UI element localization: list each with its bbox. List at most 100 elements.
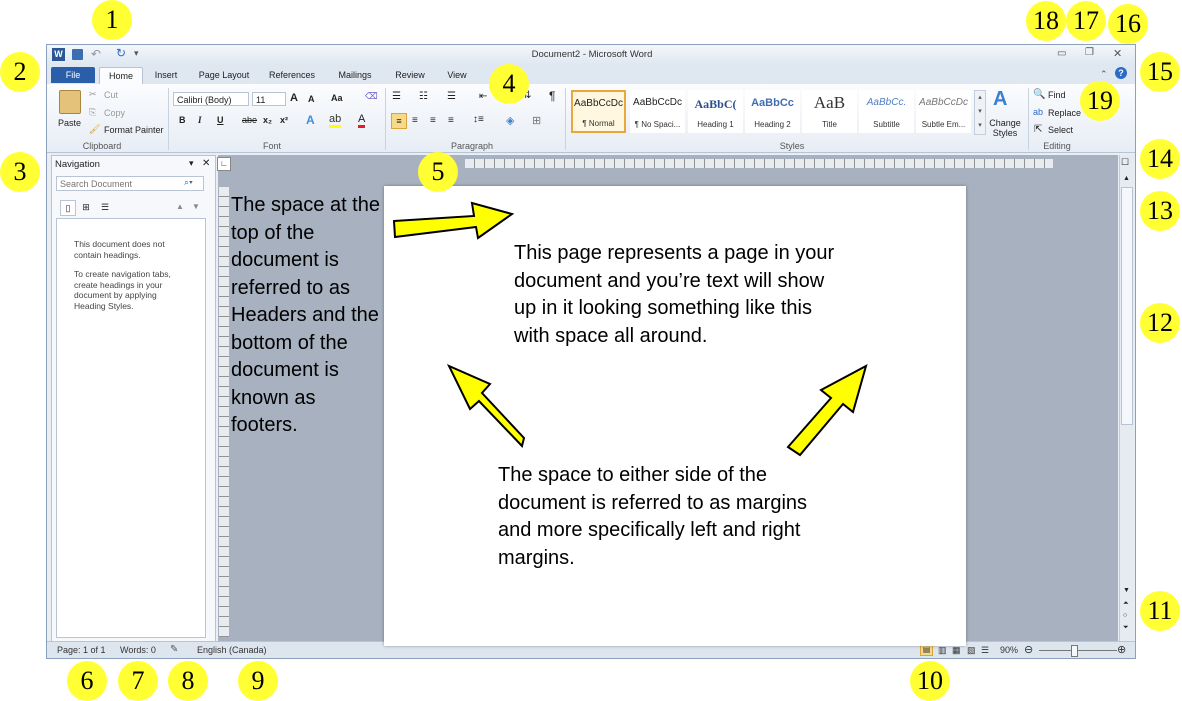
navigation-title: Navigation [55, 159, 100, 170]
search-document-input[interactable] [56, 176, 204, 191]
align-left-icon[interactable]: ≡ [391, 113, 407, 129]
font-color-icon[interactable]: A [358, 113, 366, 128]
align-center-icon[interactable]: ≡ [412, 115, 418, 126]
view-ruler-icon[interactable]: ☐ [1121, 157, 1129, 168]
close-icon[interactable]: ✕ [1113, 47, 1122, 60]
tab-page-layout[interactable]: Page Layout [193, 67, 255, 83]
zoom-level[interactable]: 90% [1000, 645, 1018, 655]
vertical-ruler[interactable] [219, 187, 229, 637]
format-painter-button[interactable]: Format Painter [104, 125, 164, 135]
scroll-down-icon[interactable]: ▼ [1123, 587, 1130, 594]
subscript-button[interactable]: x₂ [263, 115, 272, 125]
bold-button[interactable]: B [179, 115, 186, 125]
save-icon[interactable] [72, 49, 83, 60]
previous-search-result-icon[interactable]: ▲ [176, 202, 184, 211]
horizontal-ruler[interactable] [465, 159, 1053, 168]
find-button[interactable]: Find [1048, 90, 1066, 100]
line-spacing-icon[interactable]: ↕≡ [473, 114, 484, 125]
browse-headings-tab-icon[interactable]: ▯ [60, 200, 76, 216]
justify-icon[interactable]: ≡ [448, 115, 454, 126]
paste-icon[interactable] [59, 90, 81, 114]
page-count[interactable]: Page: 1 of 1 [57, 645, 106, 655]
next-search-result-icon[interactable]: ▼ [192, 202, 200, 211]
font-family-dropdown[interactable]: Calibri (Body) [173, 92, 249, 106]
scroll-up-icon[interactable]: ▲ [1123, 175, 1130, 182]
browse-pages-tab-icon[interactable]: ⊞ [79, 200, 93, 214]
tab-file[interactable]: File [51, 67, 95, 83]
paste-button[interactable]: Paste [58, 118, 81, 128]
style-name: ¶ Normal [582, 119, 615, 128]
shrink-font-button[interactable]: A [308, 94, 315, 104]
draft-icon[interactable]: ☰ [981, 645, 989, 656]
zoom-in-icon[interactable]: ⊕ [1117, 643, 1126, 656]
tab-mailings[interactable]: Mailings [329, 67, 381, 83]
style-title[interactable]: AaB Title [802, 90, 857, 133]
zoom-slider[interactable] [1039, 650, 1117, 651]
strikethrough-button[interactable]: abe [242, 115, 257, 125]
text-effects-icon[interactable]: A [306, 113, 315, 127]
previous-page-icon[interactable]: ⏶ [1123, 600, 1129, 608]
font-size-value: 11 [256, 95, 266, 105]
restore-icon[interactable]: ❐ [1085, 47, 1094, 58]
copy-button[interactable]: Copy [104, 108, 125, 118]
styles-scroll-icon[interactable]: ▴ ▾ ▾ [974, 90, 986, 135]
style-name: ¶ No Spaci... [634, 120, 681, 129]
help-icon[interactable]: ? [1115, 67, 1127, 79]
superscript-button[interactable]: x² [280, 115, 288, 125]
language-indicator[interactable]: English (Canada) [197, 645, 267, 655]
minimize-ribbon-icon[interactable]: ⌃ [1100, 69, 1108, 80]
word-app-icon[interactable]: W [52, 48, 65, 61]
style-heading-2[interactable]: AaBbCc Heading 2 [745, 90, 800, 133]
change-styles-icon[interactable]: A [993, 88, 1007, 111]
style-no-spacing[interactable]: AaBbCcDc ¶ No Spaci... [630, 90, 685, 133]
next-page-icon[interactable]: ⏷ [1123, 624, 1129, 632]
style-subtle-emphasis[interactable]: AaBbCcDc Subtle Em... [916, 90, 971, 133]
outline-icon[interactable]: ▧ [967, 645, 976, 656]
change-case-button[interactable]: Aa [331, 93, 343, 103]
show-formatting-button[interactable]: ¶ [549, 89, 555, 103]
change-styles-button[interactable]: Change Styles [987, 118, 1023, 138]
zoom-out-icon[interactable]: ⊖ [1024, 643, 1033, 656]
shading-icon[interactable]: ◈ [506, 114, 514, 127]
tab-view[interactable]: View [439, 67, 475, 83]
search-icon[interactable]: ⌕▾ [184, 177, 193, 188]
pane-close-icon[interactable]: ✕ [202, 158, 210, 169]
word-count[interactable]: Words: 0 [120, 645, 156, 655]
browse-results-tab-icon[interactable]: ☰ [98, 200, 112, 214]
style-heading-1[interactable]: AaBbC( Heading 1 [688, 90, 743, 133]
style-subtitle[interactable]: AaBbCc. Subtitle [859, 90, 914, 133]
customize-qat-icon[interactable]: ▾ [134, 48, 139, 59]
pane-menu-icon[interactable]: ▾ [189, 158, 194, 169]
align-right-icon[interactable]: ≡ [430, 115, 436, 126]
cut-button[interactable]: Cut [104, 90, 118, 100]
tab-selector-icon[interactable]: ∟ [217, 157, 231, 171]
grow-font-button[interactable]: A [290, 92, 298, 104]
web-layout-icon[interactable]: ▦ [952, 645, 961, 656]
browse-object-icon[interactable]: ○ [1123, 612, 1127, 619]
redo-icon[interactable]: ↻ [116, 46, 126, 60]
highlight-icon[interactable]: ab [329, 113, 342, 128]
tab-home[interactable]: Home [99, 67, 143, 84]
tab-references[interactable]: References [261, 67, 323, 83]
borders-icon[interactable]: ⊞ [532, 114, 541, 127]
numbering-icon[interactable]: ☷ [419, 91, 428, 102]
vertical-scrollbar[interactable]: ☐ ▲ ▼ ⏶ ○ ⏷ [1119, 155, 1134, 641]
style-normal[interactable]: AaBbCcDc ¶ Normal [571, 90, 626, 133]
zoom-slider-thumb[interactable] [1071, 645, 1078, 657]
font-size-dropdown[interactable]: 11 [252, 92, 286, 106]
undo-icon[interactable]: ↶ [91, 47, 101, 61]
clear-formatting-icon[interactable]: ⌫ [365, 91, 378, 102]
bullets-icon[interactable]: ☰ [392, 91, 401, 102]
full-screen-reading-icon[interactable]: ▥ [938, 645, 947, 656]
replace-button[interactable]: Replace [1048, 108, 1081, 118]
underline-button[interactable]: U [217, 115, 224, 125]
select-button[interactable]: Select [1048, 125, 1073, 135]
tab-review[interactable]: Review [387, 67, 433, 83]
tab-insert[interactable]: Insert [144, 67, 188, 83]
italic-button[interactable]: I [198, 115, 202, 125]
decrease-indent-icon[interactable]: ⇤ [479, 91, 487, 102]
multilevel-list-icon[interactable]: ☰ [447, 91, 456, 102]
scroll-thumb[interactable] [1121, 187, 1133, 425]
proofing-icon[interactable]: ✎ [170, 644, 178, 655]
minimize-icon[interactable]: ▭ [1057, 48, 1066, 59]
